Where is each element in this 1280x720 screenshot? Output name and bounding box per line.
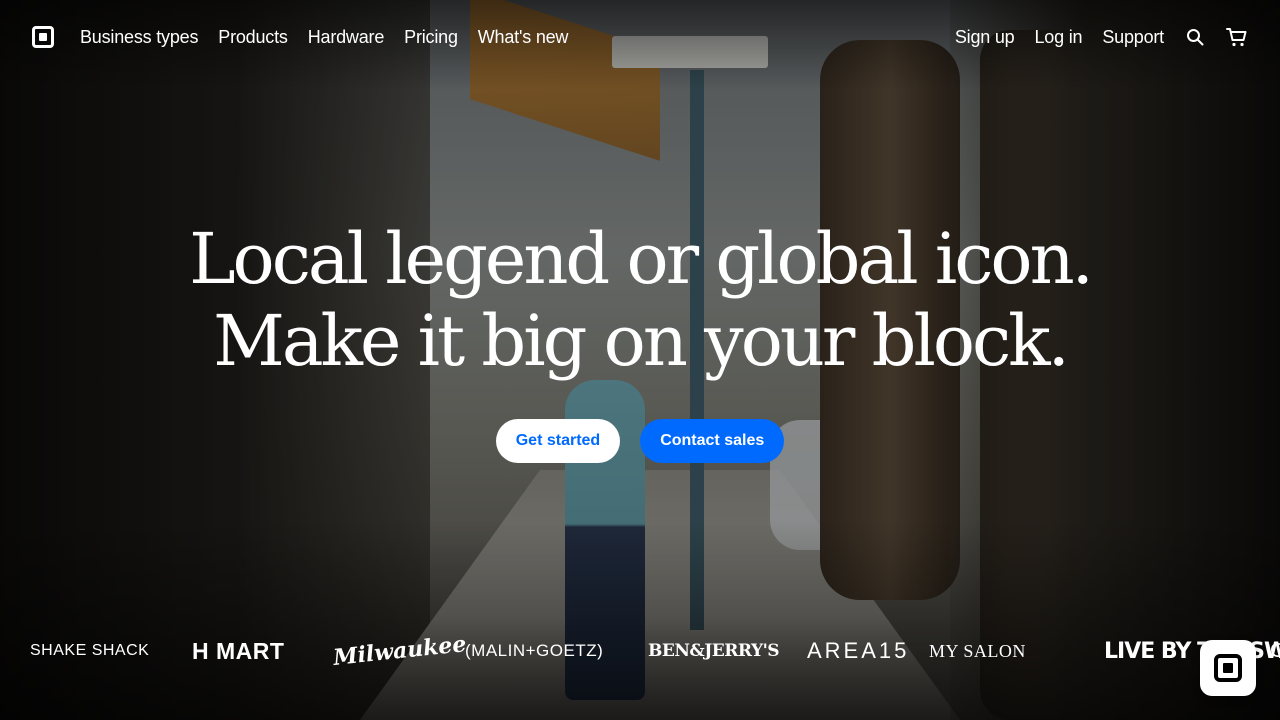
square-logo-icon	[1214, 654, 1242, 682]
nav-business-types[interactable]: Business types	[80, 27, 198, 48]
nav-products[interactable]: Products	[218, 27, 288, 48]
hero-headline: Local legend or global icon. Make it big…	[0, 218, 1280, 382]
contact-sales-button[interactable]: Contact sales	[640, 419, 785, 463]
brand-logo: Milwaukee	[332, 631, 468, 671]
brand-logo: H MART	[192, 637, 285, 664]
brand-logo: (MALIN+GOETZ)	[465, 641, 604, 660]
top-nav: Business types Products Hardware Pricing…	[0, 0, 1280, 74]
cart-icon[interactable]	[1226, 26, 1248, 48]
log-in-link[interactable]: Log in	[1035, 27, 1083, 48]
headline-line-2: Make it big on your block.	[213, 300, 1070, 382]
brand-logo: MY SALON	[929, 640, 1026, 661]
hero: Local legend or global icon. Make it big…	[0, 218, 1280, 382]
get-started-button[interactable]: Get started	[495, 419, 621, 463]
nav-links: Business types Products Hardware Pricing…	[80, 27, 568, 48]
support-link[interactable]: Support	[1102, 27, 1164, 48]
brand-logo: AREA15	[807, 638, 910, 663]
square-logo-icon[interactable]	[32, 26, 54, 48]
nav-right: Sign up Log in Support	[955, 26, 1248, 48]
brand-logo: SHAKE SHACK	[30, 642, 150, 659]
brand-logo-strip: SHAKE SHACK H MART Milwaukee (MALIN+GOET…	[30, 626, 1280, 676]
nav-pricing[interactable]: Pricing	[404, 27, 458, 48]
sign-up-link[interactable]: Sign up	[955, 27, 1015, 48]
headline-line-1: Local legend or global icon.	[189, 218, 1094, 300]
search-icon[interactable]	[1184, 26, 1206, 48]
nav-whats-new[interactable]: What's new	[478, 27, 569, 48]
floating-chat-button[interactable]	[1200, 640, 1256, 696]
hero-ctas: Get started Contact sales	[0, 419, 1280, 463]
nav-hardware[interactable]: Hardware	[308, 27, 385, 48]
bg-bottom-fade	[0, 520, 1280, 720]
brand-logo: BEN&JERRY'S	[648, 641, 780, 661]
brand-logo: C	[1270, 639, 1280, 662]
